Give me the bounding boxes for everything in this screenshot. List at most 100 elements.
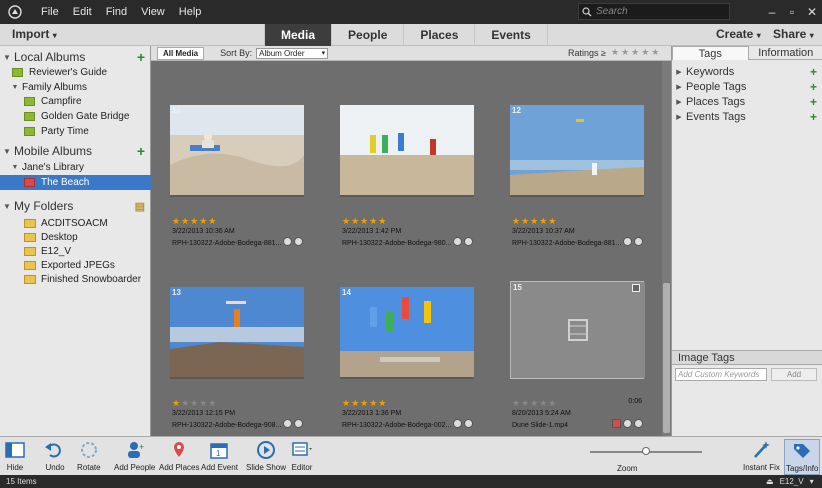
expand-triangle-icon[interactable]: ▶ [672, 68, 686, 76]
album-the-beach[interactable]: The Beach [0, 175, 151, 190]
album-golden-gate[interactable]: Golden Gate Bridge [0, 109, 151, 124]
tag-group-events[interactable]: ▶ Events Tags + [672, 109, 822, 124]
menu-edit[interactable]: Edit [66, 6, 99, 18]
expand-triangle-icon[interactable]: ▶ [672, 83, 686, 91]
expand-triangle-icon[interactable]: ▼ [0, 53, 14, 62]
chevron-down-icon[interactable]: ▾ [810, 477, 814, 486]
add-event-button[interactable]: 1 Add Event [201, 439, 238, 475]
thumbnail-frame: 12 [510, 105, 644, 197]
menu-file[interactable]: File [34, 6, 66, 18]
expand-triangle-icon[interactable]: ▼ [0, 147, 14, 156]
rating-stars[interactable]: ★★★★★ [342, 398, 387, 409]
expand-triangle-icon[interactable]: ▶ [672, 98, 686, 106]
info-icon[interactable] [294, 237, 303, 246]
menu-find[interactable]: Find [99, 6, 134, 18]
add-tag-icon[interactable]: + [810, 65, 817, 79]
close-button[interactable]: ✕ [802, 5, 822, 19]
expand-triangle-icon[interactable]: ▼ [8, 84, 22, 91]
eject-icon[interactable]: ⏏ [766, 477, 774, 486]
rating-stars[interactable]: ★★★★★ [172, 398, 217, 409]
add-people-label: Add People [114, 463, 156, 472]
tab-media[interactable]: Media [264, 24, 332, 46]
folder-item[interactable]: ACDITSOACM [0, 216, 151, 231]
album-campfire[interactable]: Campfire [0, 94, 151, 109]
add-keyword-button[interactable]: Add [771, 368, 817, 381]
expand-triangle-icon[interactable]: ▶ [672, 113, 686, 121]
mobile-albums-header[interactable]: ▼ Mobile Albums + [0, 141, 151, 161]
rating-stars[interactable]: ★★★★★ [512, 398, 557, 409]
tag-group-places[interactable]: ▶ Places Tags + [672, 94, 822, 109]
video-icon[interactable] [612, 419, 621, 428]
stack-icon[interactable] [453, 237, 462, 246]
album-group-janes-library[interactable]: ▼ Jane's Library [0, 160, 151, 175]
info-icon[interactable] [634, 237, 643, 246]
tags-info-button[interactable]: Tags/Info [784, 439, 821, 475]
folder-item[interactable]: Finished Snowboarder [0, 272, 151, 287]
stack-icon[interactable] [283, 237, 292, 246]
album-reviewers-guide[interactable]: Reviewer's Guide [0, 65, 151, 80]
tab-information[interactable]: Information [748, 46, 822, 60]
folder-item[interactable]: Desktop [0, 230, 151, 245]
add-tag-icon[interactable]: + [810, 110, 817, 124]
maximize-button[interactable]: ▫ [782, 5, 802, 19]
import-button[interactable]: Import ▾ [12, 27, 57, 41]
my-folders-header[interactable]: ▼ My Folders ▤ [0, 196, 151, 216]
lock-icon[interactable] [623, 419, 632, 428]
all-media-button[interactable]: All Media [157, 46, 205, 60]
info-icon[interactable] [464, 237, 473, 246]
grid-scrollbar[interactable] [662, 61, 671, 436]
tag-group-keywords[interactable]: ▶ Keywords + [672, 64, 822, 79]
editor-button[interactable]: Editor [291, 439, 313, 475]
album-group-family[interactable]: ▼ Family Albums [0, 80, 151, 95]
instant-fix-button[interactable]: Instant Fix [743, 439, 780, 475]
add-people-button[interactable]: + Add People [114, 439, 155, 475]
create-button[interactable]: Create ▾ [716, 27, 761, 41]
rating-stars[interactable]: ★★★★★ [512, 216, 557, 227]
expand-triangle-icon[interactable]: ▼ [0, 202, 14, 211]
tab-people[interactable]: People [331, 24, 403, 46]
ratings-filter-stars[interactable]: ★★★★★ [611, 47, 661, 58]
folder-item[interactable]: E12_V [0, 244, 151, 259]
minimize-button[interactable]: – [762, 5, 782, 19]
expand-triangle-icon[interactable]: ▼ [8, 164, 22, 171]
search-input[interactable]: Search [578, 3, 730, 20]
folder-item[interactable]: Exported JPEGs [0, 258, 151, 273]
stack-icon[interactable] [453, 419, 462, 428]
folder-view-icon[interactable]: ▤ [135, 200, 145, 213]
menu-view[interactable]: View [134, 6, 172, 18]
add-tag-icon[interactable]: + [810, 95, 817, 109]
info-icon[interactable] [294, 419, 303, 428]
share-button[interactable]: Share ▾ [773, 27, 814, 41]
add-album-icon[interactable]: + [137, 49, 145, 65]
custom-keywords-input[interactable]: Add Custom Keywords [675, 368, 767, 381]
rotate-button[interactable]: Rotate [77, 439, 101, 475]
stack-icon[interactable] [623, 237, 632, 246]
sort-by-select[interactable]: Album Order [256, 47, 329, 59]
tab-tags[interactable]: Tags [672, 46, 749, 60]
slide-show-button[interactable]: Slide Show [246, 439, 286, 475]
card-date: 3/22/2013 10:36 AM [172, 228, 235, 235]
rating-stars[interactable]: ★★★★★ [172, 216, 217, 227]
partial-row [173, 61, 641, 66]
tab-places[interactable]: Places [403, 24, 474, 46]
local-albums-header[interactable]: ▼ Local Albums + [0, 47, 151, 67]
stack-icon[interactable] [283, 419, 292, 428]
album-party-time[interactable]: Party Time [0, 124, 151, 139]
menu-help[interactable]: Help [172, 6, 209, 18]
zoom-slider-knob[interactable] [642, 447, 650, 455]
undo-button[interactable]: Undo [44, 439, 66, 475]
tab-events[interactable]: Events [474, 24, 548, 46]
chevron-down-icon: ▾ [756, 31, 761, 40]
folder-label: Finished Snowboarder [41, 274, 142, 285]
card-filename: RPH-130322-Adobe-Bodega-881... [172, 240, 282, 247]
info-icon[interactable] [464, 419, 473, 428]
add-tag-icon[interactable]: + [810, 80, 817, 94]
scrollbar-thumb[interactable] [663, 283, 670, 433]
add-places-button[interactable]: Add Places [159, 439, 199, 475]
rating-stars[interactable]: ★★★★★ [342, 216, 387, 227]
zoom-slider[interactable] [590, 447, 702, 455]
tag-group-people[interactable]: ▶ People Tags + [672, 79, 822, 94]
hide-panel-button[interactable]: Hide [5, 439, 25, 475]
info-icon[interactable] [634, 419, 643, 428]
add-album-icon[interactable]: + [137, 143, 145, 159]
